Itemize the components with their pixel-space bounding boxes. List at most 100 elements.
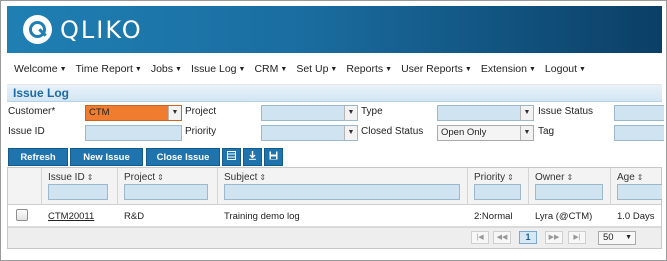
column-label: Age	[617, 172, 635, 183]
column-subject[interactable]: Subject ⇕	[217, 168, 467, 205]
first-page-button[interactable]: |◀	[471, 231, 489, 244]
caret-down-icon: ▼	[528, 65, 536, 73]
dropdown-arrow-icon: ▼	[520, 106, 533, 120]
last-page-button[interactable]: ▶|	[568, 231, 586, 244]
row-checkbox[interactable]	[16, 209, 28, 221]
column-owner[interactable]: Owner ⇕	[528, 168, 610, 205]
brand-name: QLIKO	[60, 16, 143, 44]
project-select[interactable]: ▼	[261, 105, 358, 121]
column-priority[interactable]: Priority ⇕	[467, 168, 528, 205]
age-cell: 1.0 Days	[617, 211, 655, 222]
sort-icon: ⇕	[259, 173, 267, 182]
issue-id-filter-input[interactable]	[48, 184, 108, 200]
nav-item-jobs[interactable]: Jobs ▼	[151, 63, 182, 75]
sort-icon: ⇕	[157, 173, 164, 182]
nav-item-crm[interactable]: CRM ▼	[254, 63, 287, 75]
issue-id-link[interactable]: CTM20011	[48, 211, 94, 222]
column-age[interactable]: Age ⇕	[610, 168, 662, 205]
customer-select[interactable]: CTM ▼	[85, 105, 182, 121]
download-icon[interactable]	[243, 148, 262, 166]
nav-item-logout[interactable]: Logout ▼	[545, 63, 586, 75]
dropdown-arrow-icon: ▼	[344, 106, 357, 120]
column-issue-id[interactable]: Issue ID ⇕	[41, 168, 117, 205]
type-select[interactable]: ▼	[437, 105, 534, 121]
tag-label: Tag	[538, 126, 555, 137]
sort-icon: ⇕	[566, 173, 574, 182]
closed-status-select[interactable]: Open Only ▼	[437, 125, 534, 141]
issue-id-input[interactable]	[85, 125, 182, 141]
sort-icon: ⇕	[636, 173, 644, 182]
customer-label: Customer*	[8, 106, 56, 117]
issue-status-select[interactable]	[614, 105, 664, 121]
sort-icon: ⇕	[507, 173, 514, 182]
subject-cell: Training demo log	[224, 211, 300, 222]
closed-status-value: Open Only	[441, 127, 487, 138]
priority-label: Priority	[185, 126, 217, 137]
dropdown-arrow-icon: ▼	[520, 126, 533, 140]
caret-down-icon: ▼	[238, 65, 246, 73]
caret-down-icon: ▼	[385, 65, 393, 73]
nav-item-welcome[interactable]: Welcome ▼	[14, 63, 67, 75]
tag-input[interactable]	[614, 125, 664, 141]
nav-item-issue-log[interactable]: Issue Log ▼	[191, 63, 245, 75]
chevron-down-icon: ▼	[625, 234, 632, 241]
type-label: Type	[361, 106, 383, 117]
dropdown-arrow-icon: ▼	[168, 106, 181, 120]
closed-status-label: Closed Status	[361, 126, 424, 137]
project-label: Project	[185, 106, 217, 117]
current-page-button[interactable]: 1	[519, 231, 537, 244]
new-issue-button[interactable]: New Issue	[70, 148, 143, 166]
column-label: Issue ID	[48, 172, 85, 183]
priority-filter-input[interactable]	[474, 184, 521, 200]
customer-value: CTM	[89, 107, 110, 118]
subject-filter-input[interactable]	[224, 184, 460, 200]
prev-page-button[interactable]: ◀◀	[493, 231, 511, 244]
project-filter-input[interactable]	[124, 184, 208, 200]
sort-icon: ⇕	[86, 173, 94, 182]
priority-cell: 2:Normal	[474, 211, 513, 222]
caret-down-icon: ▼	[330, 65, 338, 73]
issue-id-label: Issue ID	[8, 126, 45, 137]
pagination-bar: |◀ ◀◀ 1 ▶▶ ▶| 50 ▼	[8, 227, 661, 248]
age-filter-input[interactable]	[617, 184, 662, 200]
owner-filter-input[interactable]	[535, 184, 603, 200]
owner-cell: Lyra (@CTM)	[535, 211, 593, 222]
nav-item-set-up[interactable]: Set Up ▼	[296, 63, 337, 75]
page-size-value: 50	[603, 232, 614, 243]
next-page-button[interactable]: ▶▶	[545, 231, 563, 244]
caret-down-icon: ▼	[579, 65, 586, 73]
close-issue-button[interactable]: Close Issue	[146, 148, 220, 166]
page-size-select[interactable]: 50 ▼	[598, 231, 636, 245]
issue-table: Issue ID ⇕ Project ⇕ Subject ⇕ Priority ⇕ Ow…	[7, 167, 662, 249]
column-label: Priority	[474, 172, 506, 183]
nav-item-time-report[interactable]: Time Report ▼	[76, 63, 142, 75]
refresh-button[interactable]: Refresh	[8, 148, 68, 166]
section-header: Issue Log	[7, 85, 662, 102]
nav-item-extension[interactable]: Extension ▼	[481, 63, 536, 75]
column-project[interactable]: Project ⇕	[117, 168, 217, 205]
page-title: Issue Log	[13, 86, 70, 100]
table-row[interactable]: CTM20011 R&D Training demo log 2:Normal …	[8, 205, 661, 227]
caret-down-icon: ▼	[59, 65, 67, 73]
column-label: Subject	[224, 172, 258, 183]
table-header: Issue ID ⇕ Project ⇕ Subject ⇕ Priority ⇕ Ow…	[8, 168, 662, 205]
issue-status-label: Issue Status	[538, 106, 594, 117]
dropdown-arrow-icon: ▼	[344, 126, 357, 140]
nav-item-user-reports[interactable]: User Reports ▼	[401, 63, 472, 75]
caret-down-icon: ▼	[280, 65, 288, 73]
caret-down-icon: ▼	[175, 65, 182, 73]
app-window: QLIKO Welcome ▼ Time Report ▼ Jobs ▼ Issue …	[0, 0, 667, 261]
caret-down-icon: ▼	[464, 65, 472, 73]
app-header: QLIKO	[7, 6, 662, 53]
column-label: Project	[124, 172, 156, 183]
column-select	[8, 168, 41, 205]
priority-select[interactable]: ▼	[261, 125, 358, 141]
caret-down-icon: ▼	[134, 65, 142, 73]
nav-item-reports[interactable]: Reports ▼	[346, 63, 392, 75]
columns-icon[interactable]	[222, 148, 241, 166]
save-icon[interactable]	[264, 148, 283, 166]
project-cell: R&D	[124, 211, 145, 222]
qliko-logo-icon	[23, 15, 52, 44]
main-nav: Welcome ▼ Time Report ▼ Jobs ▼ Issue Log ▼ C…	[7, 53, 662, 85]
column-label: Owner	[535, 172, 565, 183]
